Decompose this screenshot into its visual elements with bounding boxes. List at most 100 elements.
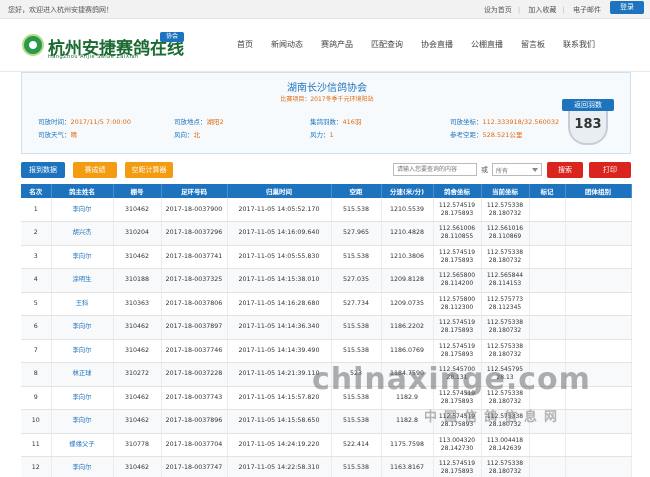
- table-cell: 2017-11-05 14:05:55.830: [227, 245, 332, 269]
- set-homepage-link[interactable]: 设为首页: [484, 6, 512, 14]
- table-cell: 527.965: [331, 221, 382, 246]
- table-cell: 310462: [113, 456, 162, 477]
- column-header: 分速(米/分): [381, 184, 434, 198]
- table-cell: 112.574519 28.175893: [433, 339, 482, 363]
- add-favorite-link[interactable]: 加入收藏: [528, 6, 556, 14]
- table-row[interactable]: 3 李向尔 310462 2017-18-0037741 2017-11-05 14:0…: [21, 245, 632, 269]
- release-time: 司放时间：2017/11/5 7:00:00: [38, 118, 131, 126]
- coordinate-line: 112.574519: [438, 342, 476, 350]
- coordinate-line: 28.180732: [488, 327, 522, 335]
- search-input[interactable]: [393, 163, 477, 176]
- returned-counter: 返回羽数 183: [562, 99, 614, 149]
- nav-association-live[interactable]: 协会直播: [412, 20, 462, 70]
- table-cell: 2017-18-0037325: [161, 268, 228, 293]
- nav-match-query[interactable]: 匹配查询: [362, 20, 412, 70]
- table-cell: [565, 268, 632, 293]
- table-cell: 515.538: [331, 409, 382, 434]
- table-cell: 李向尔: [51, 386, 114, 410]
- nav-contact[interactable]: 联系我们: [554, 20, 604, 70]
- table-cell: 2017-11-05 14:22:58.310: [227, 456, 332, 477]
- table-cell: [529, 292, 566, 316]
- release-location: 司放地点：湖阳2: [174, 118, 224, 126]
- table-cell: 2017-18-0037806: [161, 292, 228, 316]
- email-link[interactable]: 电子邮件: [573, 6, 601, 14]
- returned-count: 183: [574, 117, 602, 132]
- table-row[interactable]: 11 蝶缘父子 310778 2017-18-0037704 2017-11-05 14…: [21, 433, 632, 457]
- table-cell: 112.575773 28.112345: [481, 292, 530, 316]
- reference-distance: 参考空距：528.521公里: [450, 131, 523, 139]
- table-cell: 2017-11-05 14:24:19.220: [227, 433, 332, 457]
- results-table: 名次 鸽主姓名 棚号 足环号码 归巢时间 空距 分速(米/分) 鸽舍坐标 当前坐标 标记 团体组别 …: [21, 184, 632, 477]
- table-row[interactable]: 7 李向尔 310462 2017-18-0037746 2017-11-05 14:1…: [21, 339, 632, 363]
- login-button[interactable]: 登录: [610, 1, 644, 14]
- table-cell: 310462: [113, 198, 162, 222]
- column-header: 棚号: [113, 184, 162, 198]
- coordinate-line: 28.175893: [440, 256, 474, 264]
- table-cell: 8: [21, 362, 52, 387]
- coordinate-line: 28.142639: [488, 444, 522, 452]
- table-cell: 515.538: [331, 456, 382, 477]
- coordinate-line: 112.575773: [486, 295, 524, 303]
- coordinate-line: 28.175893: [440, 209, 474, 217]
- table-cell: 1175.7598: [381, 433, 434, 457]
- table-row[interactable]: 4 涂明生 310188 2017-18-0037325 2017-11-05 14:1…: [21, 268, 632, 293]
- nav-news[interactable]: 新闻动态: [262, 20, 312, 70]
- table-cell: [565, 433, 632, 457]
- table-cell: [565, 198, 632, 222]
- table-cell: 515.538: [331, 245, 382, 269]
- table-cell: 11: [21, 433, 52, 457]
- search-button[interactable]: 搜索: [547, 162, 583, 178]
- table-cell: 2017-18-0037296: [161, 221, 228, 246]
- table-cell: 2017-18-0037896: [161, 409, 228, 434]
- table-cell: [565, 245, 632, 269]
- coordinate-line: 112.561006: [438, 225, 476, 233]
- nav-loft-live[interactable]: 公棚直播: [462, 20, 512, 70]
- report-data-button[interactable]: 报到数据: [21, 162, 65, 178]
- table-cell: [565, 315, 632, 340]
- coordinate-line: 28.110869: [488, 233, 522, 241]
- distance-calculator-button[interactable]: 空距计算器: [125, 162, 173, 178]
- coordinate-line: 112.574519: [438, 319, 476, 327]
- nav-message-board[interactable]: 留言板: [512, 20, 554, 70]
- table-row[interactable]: 5 王科 310363 2017-18-0037806 2017-11-05 14:16…: [21, 292, 632, 316]
- table-cell: 1209.0735: [381, 292, 434, 316]
- coordinate-line: 112.575338: [486, 460, 524, 468]
- table-cell: 112.561016 28.110869: [481, 221, 530, 246]
- table-row[interactable]: 2 胡兴杰 310204 2017-18-0037296 2017-11-05 14:1…: [21, 221, 632, 246]
- table-cell: [529, 456, 566, 477]
- association-badge: 协会: [160, 32, 184, 42]
- watermark-site-name: 中国信鸽信息网: [424, 410, 565, 425]
- table-cell: 310204: [113, 221, 162, 246]
- table-cell: [565, 456, 632, 477]
- column-header: 标记: [529, 184, 566, 198]
- table-row[interactable]: 1 李向尔 310462 2017-18-0037900 2017-11-05 14:0…: [21, 198, 632, 222]
- coordinate-line: 112.575338: [486, 319, 524, 327]
- table-cell: 2017-11-05 14:14:39.490: [227, 339, 332, 363]
- filter-select[interactable]: 所有: [492, 163, 542, 176]
- race-results-button[interactable]: 赛成绩: [73, 162, 117, 178]
- site-logo[interactable]: 杭州安捷赛鸽在线 HangZhou AnJie SaiGe ZaiXian 协会: [22, 32, 192, 64]
- table-cell: 1163.8167: [381, 456, 434, 477]
- table-cell: 涂明生: [51, 268, 114, 293]
- table-cell: 310188: [113, 268, 162, 293]
- nav-products[interactable]: 赛鸽产品: [312, 20, 362, 70]
- table-row[interactable]: 12 李向尔 310462 2017-18-0037747 2017-11-05 14:…: [21, 456, 632, 477]
- nav-home[interactable]: 首页: [228, 20, 262, 70]
- coordinate-line: 112.575338: [486, 201, 524, 209]
- table-cell: [565, 339, 632, 363]
- table-cell: [529, 268, 566, 293]
- coordinate-line: 112.565844: [486, 272, 524, 280]
- column-header: 当前坐标: [481, 184, 530, 198]
- table-cell: 527.734: [331, 292, 382, 316]
- table-cell: 2017-18-0037746: [161, 339, 228, 363]
- table-cell: 1210.3806: [381, 245, 434, 269]
- table-cell: 310462: [113, 409, 162, 434]
- coordinate-line: 28.180732: [488, 256, 522, 264]
- table-cell: [565, 409, 632, 434]
- print-button[interactable]: 打印: [589, 162, 631, 178]
- column-header: 空距: [331, 184, 382, 198]
- release-weather: 司放天气：晴: [38, 131, 77, 139]
- table-cell: [529, 198, 566, 222]
- column-header: 归巢时间: [227, 184, 332, 198]
- table-row[interactable]: 6 李向尔 310462 2017-18-0037897 2017-11-05 14:1…: [21, 315, 632, 340]
